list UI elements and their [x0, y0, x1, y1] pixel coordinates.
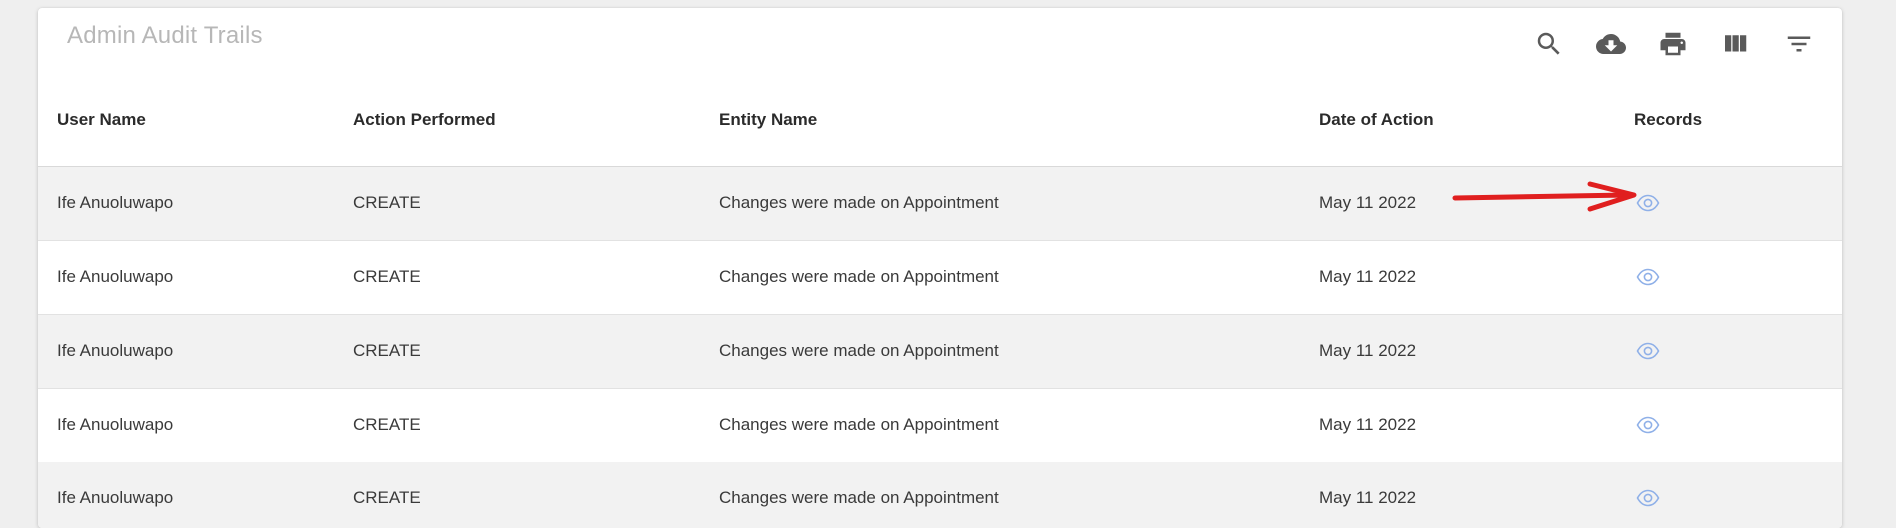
column-header-records[interactable]: Records	[1634, 110, 1702, 130]
cell-user-name: Ife Anuoluwapo	[57, 415, 174, 434]
table-row: Ife Anuoluwapo CREATE Changes were made …	[38, 167, 1842, 241]
download-csv-button[interactable]	[1593, 26, 1629, 62]
table-row: Ife Anuoluwapo CREATE Changes were made …	[38, 241, 1842, 315]
view-columns-icon	[1725, 35, 1747, 52]
cell-entity: Changes were made on Appointment	[719, 341, 999, 360]
cell-user-name: Ife Anuoluwapo	[57, 267, 174, 286]
eye-icon	[1636, 268, 1660, 286]
cell-entity: Changes were made on Appointment	[719, 193, 999, 212]
view-record-button[interactable]	[1636, 342, 1660, 360]
cell-date: May 11 2022	[1319, 267, 1417, 286]
cloud-download-icon	[1596, 34, 1626, 54]
filter-button[interactable]	[1781, 26, 1817, 62]
audit-trail-card: Admin Audit Trails User Name Action Perf…	[38, 8, 1842, 528]
eye-icon	[1636, 489, 1660, 507]
cell-action: CREATE	[353, 267, 421, 286]
cell-action: CREATE	[353, 488, 421, 507]
page-title: Admin Audit Trails	[67, 22, 263, 49]
cell-entity: Changes were made on Appointment	[719, 267, 999, 286]
search-icon	[1537, 32, 1560, 55]
cell-action: CREATE	[353, 193, 421, 212]
column-header-action-performed[interactable]: Action Performed	[353, 110, 496, 130]
cell-entity: Changes were made on Appointment	[719, 415, 999, 434]
eye-icon	[1636, 342, 1660, 360]
table-row: Ife Anuoluwapo CREATE Changes were made …	[38, 389, 1842, 463]
cell-date: May 11 2022	[1319, 341, 1417, 360]
cell-user-name: Ife Anuoluwapo	[57, 488, 174, 507]
view-record-button[interactable]	[1636, 194, 1660, 212]
cell-date: May 11 2022	[1319, 488, 1417, 507]
view-record-button[interactable]	[1636, 416, 1660, 434]
cell-user-name: Ife Anuoluwapo	[57, 341, 174, 360]
filter-icon	[1787, 36, 1811, 52]
column-header-user-name[interactable]: User Name	[57, 110, 146, 130]
cell-date: May 11 2022	[1319, 415, 1417, 434]
cell-date: May 11 2022	[1319, 193, 1417, 212]
print-icon	[1660, 32, 1686, 56]
cell-user-name: Ife Anuoluwapo	[57, 193, 174, 212]
eye-icon	[1636, 194, 1660, 212]
view-record-button[interactable]	[1636, 268, 1660, 286]
column-header-date-of-action[interactable]: Date of Action	[1319, 110, 1434, 130]
table-header-row: User Name Action Performed Entity Name D…	[38, 78, 1842, 167]
table-row: Ife Anuoluwapo CREATE Changes were made …	[38, 462, 1842, 528]
table-row: Ife Anuoluwapo CREATE Changes were made …	[38, 315, 1842, 389]
view-columns-button[interactable]	[1717, 26, 1753, 62]
search-button[interactable]	[1531, 26, 1567, 62]
cell-action: CREATE	[353, 415, 421, 434]
table-toolbar: Admin Audit Trails	[38, 8, 1842, 70]
cell-action: CREATE	[353, 341, 421, 360]
view-record-button[interactable]	[1636, 489, 1660, 507]
cell-entity: Changes were made on Appointment	[719, 488, 999, 507]
eye-icon	[1636, 416, 1660, 434]
column-header-entity-name[interactable]: Entity Name	[719, 110, 817, 130]
print-button[interactable]	[1655, 26, 1691, 62]
